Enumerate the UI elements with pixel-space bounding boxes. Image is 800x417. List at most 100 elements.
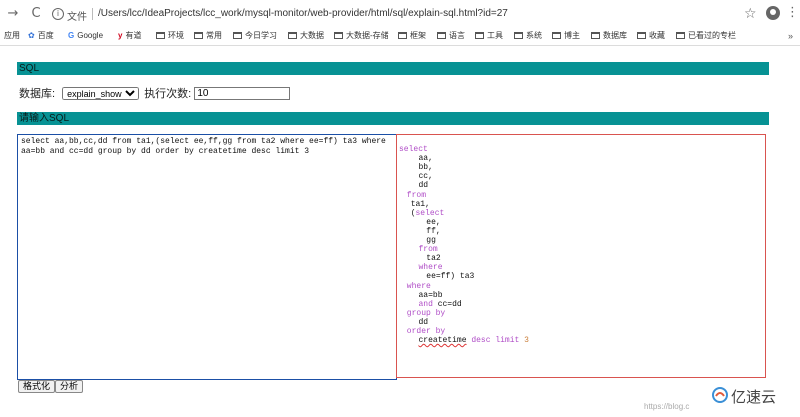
forward-icon[interactable]: → — [4, 5, 22, 23]
formatted-sql-line: (select — [411, 209, 445, 218]
bookmark-folder[interactable]: 大数据 — [288, 31, 324, 41]
bookmark-folder[interactable]: 常用 — [194, 31, 222, 41]
bookmark-label: 大数据-存储 — [346, 31, 389, 40]
formatted-sql-line: ff, — [426, 227, 440, 236]
logo-text: 亿速云 — [731, 389, 777, 406]
folder-icon — [288, 32, 297, 39]
formatted-sql-line: ta2 — [426, 254, 440, 263]
formatted-sql-line: aa, — [419, 154, 433, 163]
bookmark-google[interactable]: G Google — [68, 31, 103, 41]
sql-token: ff, — [426, 226, 441, 236]
formatted-sql-line: where — [407, 282, 431, 291]
folder-icon — [676, 32, 685, 39]
youdao-icon: y — [118, 31, 123, 40]
google-icon: G — [68, 31, 75, 40]
bookmark-label: 常用 — [206, 31, 222, 40]
info-icon[interactable]: i — [52, 8, 64, 20]
sql-token: cc, — [418, 172, 433, 182]
bookmark-folder[interactable]: 框架 — [398, 31, 426, 41]
sql-token: ta1, — [410, 199, 430, 209]
sql-keyword: order by — [406, 327, 446, 336]
bookmark-folder[interactable]: 环境 — [156, 31, 184, 41]
sql-token: ta2 — [426, 254, 441, 264]
reload-icon[interactable]: C — [27, 5, 45, 23]
formatted-sql-line: where — [419, 263, 443, 272]
bookmark-folder[interactable]: 今日学习 — [233, 31, 277, 41]
bookmark-folder[interactable]: 大数据-存储 — [334, 31, 389, 41]
sql-input-textarea[interactable]: select aa,bb,cc,dd from ta1,(select ee,f… — [17, 134, 397, 380]
folder-icon — [637, 32, 646, 39]
bookmark-star-icon[interactable]: ☆ — [744, 6, 757, 22]
sql-keyword: select — [415, 208, 445, 218]
folder-icon — [334, 32, 343, 39]
bookmark-label: 数据库 — [603, 31, 627, 40]
bookmark-label: Google — [77, 31, 104, 40]
bookmark-label: 环境 — [168, 31, 184, 40]
sql-token: ee=ff) ta3 — [426, 272, 475, 282]
formatted-sql-line: ee=ff) ta3 — [426, 272, 474, 281]
options-row: 数据库: explain_show 执行次数: — [19, 87, 291, 101]
database-select[interactable]: explain_show — [62, 87, 140, 100]
profile-icon[interactable] — [766, 6, 780, 20]
folder-icon — [156, 32, 165, 39]
more-bookmarks-icon[interactable]: » — [788, 31, 793, 41]
bookmark-folder[interactable]: 系统 — [514, 31, 542, 41]
sql-token: aa, — [418, 154, 433, 164]
formatted-sql-line: select — [399, 145, 428, 154]
bookmark-folder[interactable]: 博主 — [552, 31, 580, 41]
sql-token: cc=dd — [432, 299, 462, 309]
sql-token: bb, — [418, 163, 433, 173]
formatted-sql-line: from — [407, 191, 426, 200]
formatted-sql-line: from — [419, 245, 438, 254]
folder-icon — [591, 32, 600, 39]
folder-icon — [514, 32, 523, 39]
bookmark-folder[interactable]: 语言 — [437, 31, 465, 41]
sql-token: dd — [418, 181, 429, 191]
formatted-sql-line: group by — [407, 309, 445, 318]
analyze-button[interactable]: 分析 — [55, 380, 84, 393]
bookmark-label: 工具 — [487, 31, 503, 40]
sql-keyword: and — [418, 299, 433, 309]
paw-icon: ✿ — [28, 31, 35, 40]
database-label: 数据库: — [19, 88, 56, 100]
formatted-sql-line: aa=bb — [419, 291, 443, 300]
bookmark-label: 百度 — [37, 31, 54, 40]
bookmark-baidu[interactable]: ✿ 百度 — [28, 31, 54, 41]
bookmark-folder[interactable]: 已看过的专栏 — [676, 31, 736, 41]
bookmarks-bar: 应用 ✿ 百度 G Google y 有道 环境 常用 今日学习 大数据 大数据-存储… — [0, 28, 800, 46]
bookmark-folder[interactable]: 收藏 — [637, 31, 665, 41]
url-text[interactable]: /Users/lcc/IdeaProjects/lcc_work/mysql-m… — [98, 8, 508, 19]
sql-token: gg — [426, 236, 436, 245]
bookmark-label: 大数据 — [300, 31, 324, 40]
bookmark-youdao[interactable]: y 有道 — [118, 31, 141, 41]
sql-keyword: select — [399, 145, 428, 154]
bookmark-folder[interactable]: 数据库 — [591, 31, 627, 41]
formatted-sql-line: createtime desc limit 3 — [419, 336, 529, 345]
bookmark-label: 系统 — [526, 31, 542, 40]
folder-icon — [233, 32, 242, 39]
bookmark-folder[interactable]: 工具 — [475, 31, 503, 41]
sql-section-header: SQL — [17, 62, 769, 75]
folder-icon — [552, 32, 561, 39]
formatted-sql-line: order by — [407, 327, 445, 336]
folder-icon — [398, 32, 407, 39]
formatted-sql-line: cc, — [419, 172, 433, 181]
formatted-sql-line: dd — [419, 318, 429, 327]
sql-keyword: from — [406, 190, 426, 200]
sql-number: 3 — [524, 336, 529, 346]
sql-keyword: from — [418, 245, 438, 255]
formatted-sql-line: dd — [419, 181, 429, 190]
folder-icon — [194, 32, 203, 39]
exec-count-input[interactable] — [194, 87, 291, 100]
site-logo: 亿速云 — [712, 385, 792, 406]
bookmark-apps[interactable]: 应用 — [4, 31, 20, 41]
folder-icon — [437, 32, 446, 39]
format-button[interactable]: 格式化 — [18, 380, 56, 393]
sql-keyword: where — [418, 263, 443, 273]
sql-token: dd — [418, 317, 429, 327]
folder-icon — [475, 32, 484, 39]
sql-token: createtime — [418, 336, 467, 346]
formatted-sql-line: and cc=dd — [419, 300, 462, 309]
browser-menu-icon[interactable]: ⋮ — [786, 5, 799, 20]
browser-address-bar: → C i 文件 /Users/lcc/IdeaProjects/lcc_wor… — [0, 0, 800, 29]
